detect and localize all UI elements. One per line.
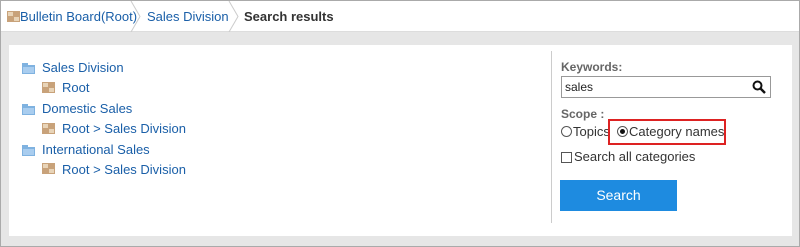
result-link-domestic-sales[interactable]: Domestic Sales bbox=[42, 101, 132, 116]
breadcrumb-separator-icon bbox=[130, 1, 141, 32]
breadcrumb-item-sales-division[interactable]: Sales Division bbox=[147, 1, 229, 32]
window: Bulletin Board(Root) Sales Division Sear… bbox=[0, 0, 800, 247]
result-path[interactable]: Root bbox=[62, 80, 89, 95]
vertical-divider bbox=[551, 51, 552, 223]
scope-label: Scope : bbox=[561, 107, 605, 121]
keywords-label: Keywords: bbox=[561, 60, 623, 74]
category-folder-icon bbox=[22, 104, 35, 115]
result-path[interactable]: Root > Sales Division bbox=[62, 121, 186, 136]
breadcrumb: Bulletin Board(Root) Sales Division Sear… bbox=[1, 1, 799, 32]
bulletin-board-icon bbox=[42, 82, 55, 93]
keywords-field[interactable] bbox=[561, 76, 771, 98]
search-results-panel: Sales Division Root Domestic Sales Root … bbox=[9, 45, 792, 236]
breadcrumb-item-bulletin-board[interactable]: Bulletin Board(Root) bbox=[20, 1, 137, 32]
result-path-link[interactable]: Root bbox=[62, 80, 89, 95]
result-link-international-sales[interactable]: International Sales bbox=[42, 142, 150, 157]
result-title[interactable]: Sales Division bbox=[42, 60, 124, 75]
result-path-link[interactable]: Root > Sales Division bbox=[62, 121, 186, 136]
highlight-box bbox=[608, 119, 726, 145]
search-icon[interactable] bbox=[752, 80, 766, 94]
breadcrumb-link-bulletin-board[interactable]: Bulletin Board(Root) bbox=[20, 9, 137, 24]
scope-topics-label[interactable]: Topics bbox=[573, 124, 610, 139]
breadcrumb-current: Search results bbox=[244, 9, 334, 24]
result-title[interactable]: International Sales bbox=[42, 142, 150, 157]
category-folder-icon bbox=[22, 145, 35, 156]
keywords-input[interactable] bbox=[565, 78, 745, 96]
bulletin-board-icon bbox=[42, 123, 55, 134]
result-link-sales-division[interactable]: Sales Division bbox=[42, 60, 124, 75]
category-folder-icon bbox=[22, 63, 35, 74]
result-title[interactable]: Domestic Sales bbox=[42, 101, 132, 116]
breadcrumb-link-sales-division[interactable]: Sales Division bbox=[147, 9, 229, 24]
result-path-link[interactable]: Root > Sales Division bbox=[62, 162, 186, 177]
search-all-categories-label[interactable]: Search all categories bbox=[574, 149, 695, 164]
bulletin-board-icon bbox=[42, 163, 55, 174]
search-button[interactable]: Search bbox=[560, 180, 677, 211]
result-path[interactable]: Root > Sales Division bbox=[62, 162, 186, 177]
breadcrumb-separator-icon bbox=[228, 1, 239, 32]
search-all-categories-checkbox[interactable] bbox=[561, 152, 572, 163]
folder-icon bbox=[7, 11, 20, 22]
scope-topics-radio[interactable] bbox=[561, 126, 572, 137]
